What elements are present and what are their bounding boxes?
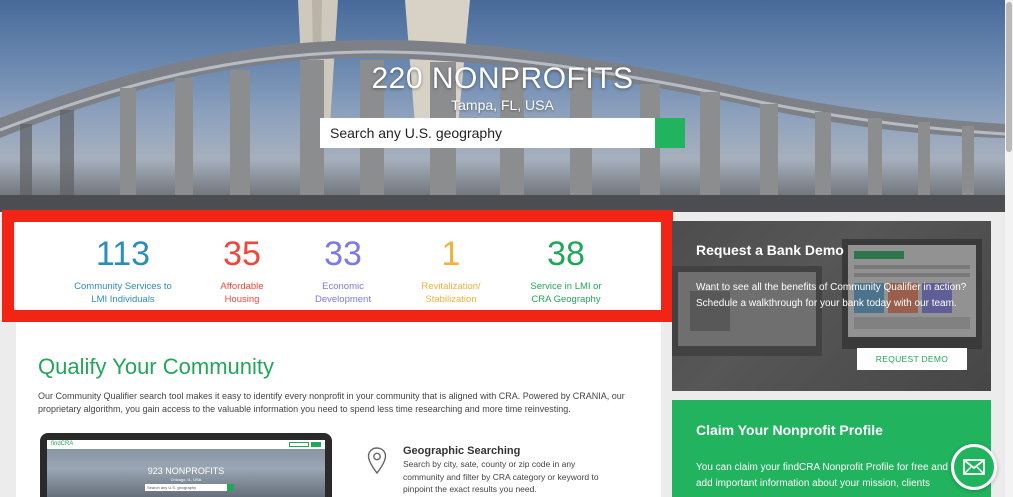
stat-value: 113 <box>95 235 151 273</box>
demo-description: Want to see all the benefits of Communit… <box>696 282 967 309</box>
claim-profile-card: Claim Your Nonprofit Profile You can cla… <box>672 400 991 497</box>
request-demo-button[interactable]: REQUEST DEMO <box>857 348 967 370</box>
claim-description: You can claim your findCRA Nonprofit Pro… <box>696 462 948 489</box>
preview-search-button <box>227 484 234 491</box>
scrollbar-thumb[interactable] <box>1006 2 1012 152</box>
stat-label: Service in LMI or CRA Geography <box>530 281 602 305</box>
search-icon <box>320 118 332 130</box>
hero-title: 220 NONPROFITS <box>371 62 634 95</box>
stat-service-lmi[interactable]: 38 Service in LMI or CRA Geography <box>501 234 631 306</box>
search-bar <box>320 118 685 148</box>
stat-community-services[interactable]: 113 Community Services to LMI Individual… <box>58 234 188 306</box>
scrollbar[interactable] <box>1005 0 1013 497</box>
stat-label: Community Services to LMI Individuals <box>74 281 172 305</box>
stat-value: 38 <box>547 235 585 273</box>
search-input[interactable] <box>320 118 655 148</box>
request-demo-card: Request a Bank Demo Want to see all the … <box>672 221 991 391</box>
preview-search: Search any U.S. geography <box>145 484 227 491</box>
stat-label: Revitalization/ Stabilization <box>421 281 481 305</box>
preview-button-solid <box>311 442 321 447</box>
qualify-section: Qualify Your Community Our Community Qua… <box>16 322 661 497</box>
mail-icon <box>963 459 985 475</box>
feature-title: Geographic Searching <box>403 445 521 457</box>
preview-title: 923 NONPROFITS <box>147 466 225 476</box>
section-title: Qualify Your Community <box>38 354 274 379</box>
laptop-screen: findCRA 923 NONPROFITS Chicago, IL, USA … <box>47 440 325 497</box>
preview-location: Chicago, IL, USA <box>170 477 202 482</box>
demo-title: Request a Bank Demo <box>696 242 844 258</box>
search-button[interactable] <box>320 118 685 148</box>
preview-logo: findCRA <box>51 441 74 447</box>
contact-mail-button[interactable] <box>951 444 997 490</box>
category-stats: 113 Community Services to LMI Individual… <box>16 222 661 310</box>
location-pin-icon <box>367 447 387 475</box>
section-description: Our Community Qualifier search tool make… <box>38 391 625 414</box>
laptop-preview-image: findCRA 923 NONPROFITS Chicago, IL, USA … <box>40 433 332 497</box>
stat-value: 1 <box>441 235 461 273</box>
stat-revitalization[interactable]: 1 Revitalization/ Stabilization <box>386 234 516 306</box>
hero-banner: 220 NONPROFITS Tampa, FL, USA <box>0 0 1005 212</box>
claim-title: Claim Your Nonprofit Profile <box>696 422 883 438</box>
preview-nav-bar <box>47 440 325 449</box>
hero-location: Tampa, FL, USA <box>451 97 554 113</box>
feature-description: Search by city, sate, county or zip code… <box>403 459 599 494</box>
preview-button-outline <box>289 442 309 447</box>
